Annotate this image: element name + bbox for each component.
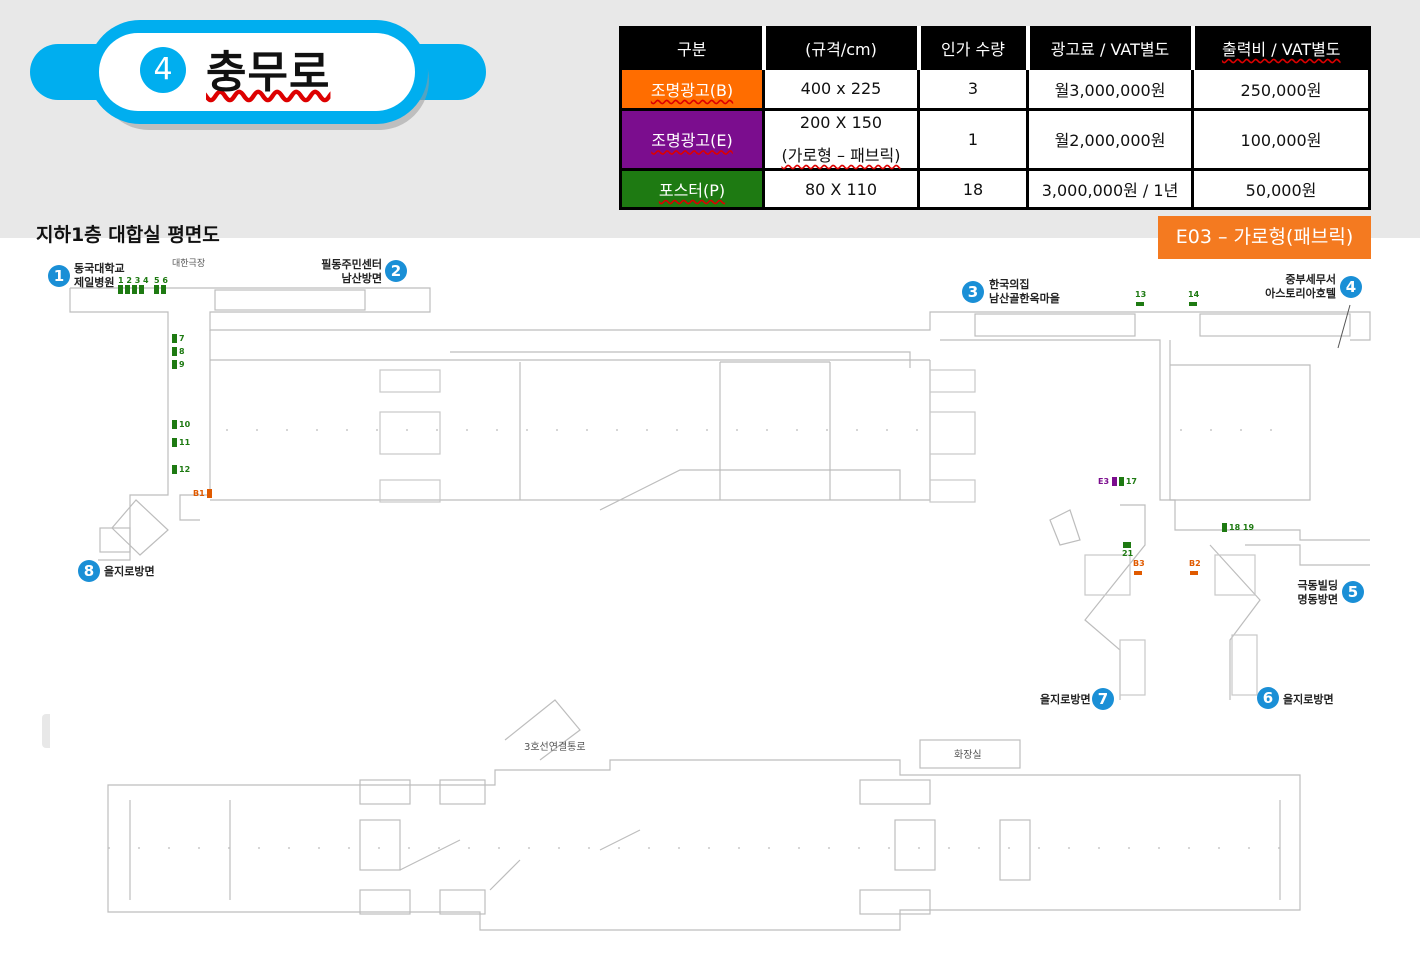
poster-marker-9: 9 [172,360,185,369]
marker-label: 8 [179,347,185,356]
marker-label: 5 6 [154,276,168,285]
exit-8-label: 을지로방면 [104,565,155,578]
light-ad-marker-b3: B3 [1133,559,1145,577]
exit-4-line2: 아스토리아호텔 [1265,287,1336,300]
exit-6-badge: 6 [1257,687,1279,709]
poster-marker-13: 13 [1135,290,1146,308]
transfer-corridor-label: 3호선연결통로 [524,742,586,753]
exit-1-line1: 동국대학교 [74,262,125,275]
exit-4-badge: 4 [1340,276,1362,298]
exit-7-label: 을지로방면 [1040,693,1091,706]
exit-3-line2: 남산골한옥마을 [989,292,1060,305]
marker-label: 1 2 3 4 [118,276,149,285]
poster-marker-21: 21 [1122,540,1133,558]
poster-markers-5-6: 5 6 [154,276,168,294]
exit-5-line1: 극동빌딩 [1297,579,1338,592]
marker-label: 13 [1135,290,1147,299]
light-ad-marker-b1: B1 [193,489,214,498]
marker-label: B3 [1133,559,1145,568]
marker-label: 18 19 [1229,523,1255,532]
poster-marker-7: 7 [172,334,185,343]
exit-4-label: 중부세무서 아스토리아호텔 [1262,273,1336,301]
marker-label: 21 [1122,549,1134,558]
marker-label: 11 [179,438,191,447]
exit-3-label: 한국의집 남산골한옥마을 [989,278,1060,306]
poster-marker-11: 11 [172,438,190,447]
exit-6-label: 을지로방면 [1283,693,1334,706]
exit-2-badge: 2 [385,260,407,282]
exit-2-line1: 필동주민센터 [321,258,382,271]
marker-label: 12 [179,465,191,474]
marker-label: B2 [1189,559,1201,568]
exit-2-label: 필동주민센터 남산방면 [314,258,382,286]
poster-markers-1-4: 1 2 3 4 [118,276,149,294]
exit-1-badge: 1 [48,265,70,287]
marker-label: 9 [179,360,185,369]
exit-8-badge: 8 [78,560,100,582]
exit-5-badge: 5 [1342,581,1364,603]
floor-plan-drawing [69,287,1371,931]
poster-marker-8: 8 [172,347,185,356]
exit-7-badge: 7 [1092,688,1114,710]
poster-marker-10: 10 [172,420,190,429]
exit-3-badge: 3 [962,281,984,303]
light-ad-marker-b2: B2 [1189,559,1201,577]
left-tab-decoration [42,714,50,748]
poster-markers-18-19: 18 19 [1222,523,1254,532]
marker-label: E3 [1098,477,1110,486]
exit-2-line2: 남산방면 [341,272,382,285]
marker-label: 17 [1125,477,1137,486]
fabric-ad-marker-e3: E3 17 [1098,477,1137,486]
marker-label: 7 [179,334,185,343]
exit-5-label: 극동빌딩 명동방면 [1290,579,1338,607]
marker-label: 14 [1188,290,1200,299]
marker-label: 10 [179,420,191,429]
theater-label: 대한극장 [172,259,206,269]
marker-label: B1 [193,489,205,498]
exit-3-line1: 한국의집 [989,278,1030,291]
poster-marker-14: 14 [1188,290,1199,308]
poster-marker-12: 12 [172,465,190,474]
restroom-label: 화장실 [954,750,982,761]
exit-5-line2: 명동방면 [1297,593,1338,606]
exit-4-line1: 중부세무서 [1285,273,1336,286]
